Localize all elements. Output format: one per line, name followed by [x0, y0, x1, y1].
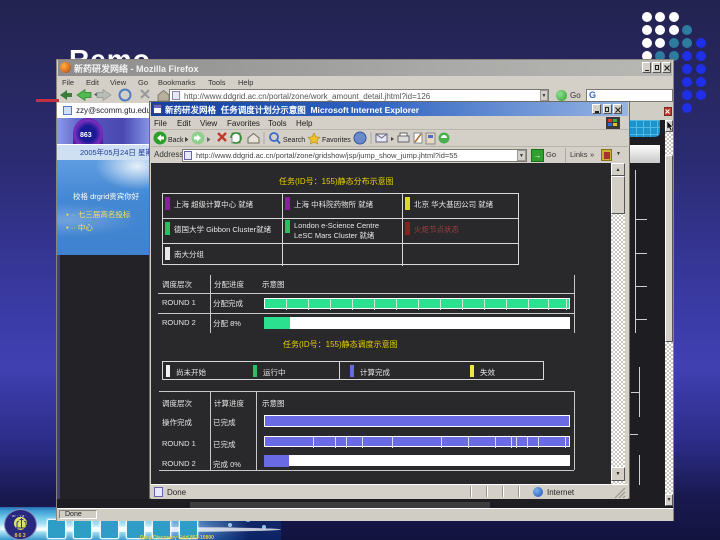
svg-text:Favorites: Favorites — [322, 137, 351, 144]
svg-text:Search: Search — [283, 137, 305, 144]
svg-text:Back: Back — [168, 137, 184, 144]
